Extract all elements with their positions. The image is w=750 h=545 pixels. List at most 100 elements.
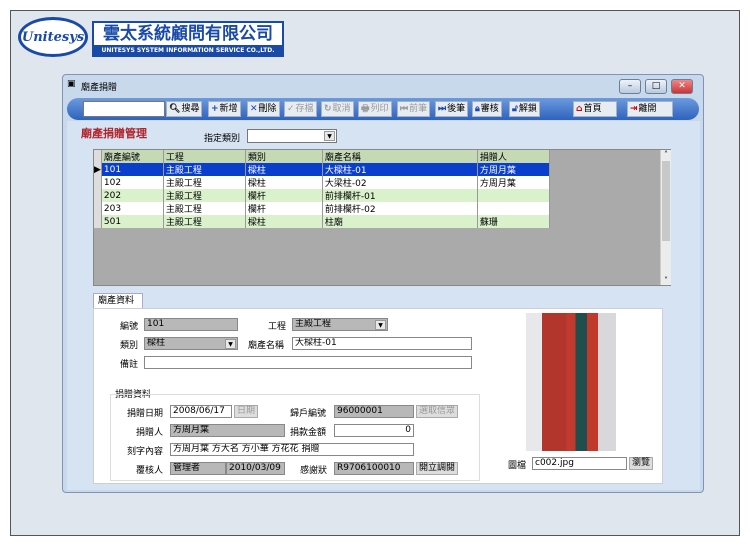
next-icon: ⏭ [438,104,447,114]
cell: 主殿工程 [163,189,246,202]
close-button[interactable]: ✕ [671,79,693,94]
home-button[interactable]: ⌂首頁 [573,101,617,117]
id-field[interactable]: 101 [144,318,238,331]
unlock-button[interactable]: 🔓︎解鎖 [509,101,540,117]
cell: 欄杆 [245,202,323,215]
cell: 主殿工程 [163,163,246,176]
cancel-button[interactable]: ↻取消 [321,101,354,117]
cell: 方周月葉 [477,163,550,176]
note-field[interactable] [144,356,472,369]
window-title: 廟產捐贈 [81,83,118,93]
exit-label: 離開 [638,104,657,114]
id-label: 編號 [120,322,139,332]
vertical-scrollbar[interactable]: ˄ ˅ [660,150,671,285]
content-area: 廟產捐贈管理 指定類別 ▼ 廟產編號 工程 類別 廟產名稱 捐贈人 ▶ 101 主殿… [67,121,700,490]
table-row[interactable]: 102 主殿工程 樑柱 大梁柱-02 方周月葉 [94,176,550,189]
delete-label: 刪除 [258,104,277,114]
row-indicator [94,202,102,215]
cell: 方周月葉 [477,176,550,189]
audit-label: 審核 [480,104,499,114]
audit-button[interactable]: 🔒︎審核 [472,101,502,117]
cell: 101 [101,163,164,176]
check-icon: ✓ [287,104,295,114]
row-indicator-header [94,150,102,163]
cell: 蘇珊 [477,215,550,228]
category-select[interactable]: ▼ [247,129,337,143]
title-bar: ▣ 廟產捐贈 – □ ✕ [63,75,703,97]
project-value: 主殿工程 [295,319,332,329]
tab-temple-data[interactable]: 廟產資料 [93,293,143,308]
donor-field[interactable]: 方周月葉 [170,424,285,437]
unlock-label: 解鎖 [518,104,537,114]
cert-label: 感謝狀 [300,466,328,476]
next-label: 後筆 [447,104,466,114]
engrave-field[interactable]: 方周月葉 方大名 方小華 方花花 捐贈 [170,443,414,456]
exit-button[interactable]: ⇥離開 [627,101,673,117]
column-header[interactable]: 廟產名稱 [322,150,478,163]
cancel-label: 取消 [332,104,351,114]
amount-field[interactable]: 0 [334,424,414,437]
prev-button[interactable]: ⏮前筆 [397,101,431,117]
browse-button[interactable]: 瀏覽 [629,457,654,470]
reviewer-label: 覆核人 [136,466,164,476]
company-logo: Unitesys [18,17,88,57]
note-label: 備註 [120,360,139,370]
scroll-down-icon[interactable]: ˅ [661,276,671,285]
reviewer-field[interactable]: 管理者 [170,462,226,475]
table-row[interactable]: 501 主殿工程 樑柱 柱廟 蘇珊 [94,215,550,228]
column-header[interactable]: 廟產編號 [101,150,164,163]
undo-icon: ↻ [324,104,332,114]
search-icon: 🔍︎ [169,104,181,114]
column-header[interactable]: 類別 [245,150,323,163]
chevron-down-icon: ▼ [375,320,386,330]
row-pointer-icon: ▶ [94,163,102,176]
table-row[interactable]: 202 主殿工程 欄杆 前排欄杆-01 [94,189,550,202]
add-button[interactable]: +新增 [208,101,241,117]
cell: 柱廟 [322,215,478,228]
search-input[interactable] [83,101,165,117]
table-row[interactable]: ▶ 101 主殿工程 樑柱 大樑柱-01 方周月葉 [94,163,550,176]
account-field[interactable]: 96000001 [334,405,414,418]
lock-icon: 🔒︎ [475,104,480,114]
column-header[interactable]: 工程 [163,150,246,163]
print-button[interactable]: 🖶列印 [358,101,392,117]
unlock-icon: 🔓︎ [512,104,518,114]
type-select[interactable]: 樑柱 ▼ [144,337,238,350]
next-button[interactable]: ⏭後筆 [435,101,469,117]
table-row[interactable]: 203 主殿工程 欄杆 前排欄杆-02 [94,202,550,215]
pick-member-button[interactable]: 選取信眾 [416,405,459,418]
engrave-label: 刻字內容 [127,447,164,457]
company-name-en: UNITESYS SYSTEM INFORMATION SERVICE CO.,… [94,45,282,56]
minimize-button[interactable]: – [619,79,641,94]
amount-label: 捐款金額 [290,428,327,438]
cell: 主殿工程 [163,215,246,228]
scroll-up-icon[interactable]: ˄ [661,150,671,159]
project-select[interactable]: 主殿工程 ▼ [292,318,388,331]
date-field[interactable]: 2008/06/17 [170,405,232,418]
cert-field[interactable]: R9706100010 [334,462,414,475]
name-field[interactable]: 大樑柱-01 [292,337,472,350]
image-field[interactable]: c002.jpg [532,457,627,470]
save-button[interactable]: ✓存檔 [284,101,317,117]
cell: 203 [101,202,164,215]
delete-button[interactable]: ✕刪除 [247,101,280,117]
type-value: 樑柱 [147,338,166,348]
account-label: 歸戶編號 [290,409,327,419]
save-label: 存檔 [295,104,314,114]
type-label: 類別 [120,341,139,351]
prev-label: 前筆 [409,104,428,114]
toolbar: 🔍︎搜尋 +新增 ✕刪除 ✓存檔 ↻取消 🖶列印 ⏮前筆 ⏭後筆 🔒︎審核 🔓︎… [67,98,699,120]
review-date-field[interactable]: 2010/03/09 [226,462,285,475]
row-indicator [94,215,102,228]
search-button[interactable]: 🔍︎搜尋 [166,101,203,117]
cell: 大梁柱-02 [322,176,478,189]
date-button[interactable]: 日期 [234,405,259,418]
donor-label: 捐贈人 [136,428,164,438]
company-banner: 雲太系統顧問有限公司 UNITESYS SYSTEM INFORMATION S… [92,21,284,57]
maximize-button[interactable]: □ [645,79,667,94]
cell: 欄杆 [245,189,323,202]
issue-cert-button[interactable]: 開立調閱 [416,462,459,475]
scroll-thumb[interactable] [662,161,670,241]
column-header[interactable]: 捐贈人 [477,150,550,163]
printer-icon: 🖶 [361,104,370,114]
